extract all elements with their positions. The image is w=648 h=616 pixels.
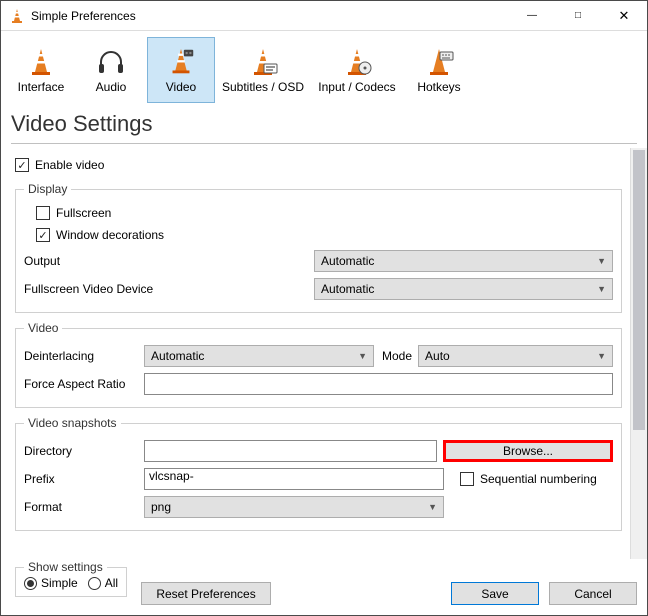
category-toolbar: Interface Audio Video Subtitles / OSD In… — [1, 31, 647, 105]
video-cone-icon — [165, 46, 197, 78]
mode-select[interactable]: Auto ▼ — [418, 345, 613, 367]
deinterlacing-row: Deinterlacing Automatic ▼ Mode Auto ▼ — [24, 343, 613, 369]
show-settings-legend: Show settings — [24, 560, 107, 574]
tab-hotkeys[interactable]: Hotkeys — [405, 37, 473, 103]
chevron-down-icon: ▼ — [358, 351, 367, 361]
vlc-cone-icon — [9, 8, 25, 24]
output-label: Output — [24, 254, 314, 268]
hotkeys-cone-icon — [423, 46, 455, 78]
show-settings-group: Show settings Simple All — [15, 560, 127, 597]
fullscreen-checkbox[interactable] — [36, 206, 50, 220]
prefix-input[interactable]: vlcsnap- — [144, 468, 444, 490]
decorations-row[interactable]: ✓ Window decorations — [36, 224, 613, 246]
interface-cone-icon — [25, 46, 57, 78]
prefix-label: Prefix — [24, 472, 144, 486]
sequential-checkbox[interactable] — [460, 472, 474, 486]
enable-video-checkbox[interactable]: ✓ — [15, 158, 29, 172]
output-select[interactable]: Automatic ▼ — [314, 250, 613, 272]
format-select[interactable]: png ▼ — [144, 496, 444, 518]
directory-row: Directory Browse... — [24, 438, 613, 464]
display-legend: Display — [24, 182, 71, 196]
tab-video[interactable]: Video — [147, 37, 215, 103]
radio-all[interactable]: All — [88, 576, 118, 590]
save-button[interactable]: Save — [451, 582, 539, 605]
deinterlacing-label: Deinterlacing — [24, 349, 144, 363]
video-group: Video Deinterlacing Automatic ▼ Mode Aut… — [15, 321, 622, 408]
directory-input[interactable] — [144, 440, 437, 462]
device-label: Fullscreen Video Device — [24, 282, 314, 296]
aspect-label: Force Aspect Ratio — [24, 377, 144, 391]
radio-icon — [88, 577, 101, 590]
fullscreen-row[interactable]: Fullscreen — [36, 202, 613, 224]
divider — [11, 143, 637, 144]
format-row: Format png ▼ — [24, 494, 613, 520]
close-button[interactable]: ✕ — [601, 1, 647, 31]
sequential-row[interactable]: Sequential numbering — [460, 472, 613, 486]
decorations-label: Window decorations — [56, 228, 164, 242]
tab-interface[interactable]: Interface — [7, 37, 75, 103]
cancel-button[interactable]: Cancel — [549, 582, 637, 605]
directory-label: Directory — [24, 444, 144, 458]
titlebar: Simple Preferences — □ ✕ — [1, 1, 647, 31]
browse-button[interactable]: Browse... — [443, 440, 613, 462]
chevron-down-icon: ▼ — [428, 502, 437, 512]
output-row: Output Automatic ▼ — [24, 248, 613, 274]
mode-label: Mode — [382, 349, 412, 363]
reset-preferences-button[interactable]: Reset Preferences — [141, 582, 271, 605]
radio-icon — [24, 577, 37, 590]
format-label: Format — [24, 500, 144, 514]
chevron-down-icon: ▼ — [597, 351, 606, 361]
snapshots-group: Video snapshots Directory Browse... Pref… — [15, 416, 622, 531]
sequential-label: Sequential numbering — [480, 472, 597, 486]
display-group: Display Fullscreen ✓ Window decorations … — [15, 182, 622, 313]
decorations-checkbox[interactable]: ✓ — [36, 228, 50, 242]
scrollbar-thumb[interactable] — [633, 150, 645, 430]
minimize-button[interactable]: — — [509, 1, 555, 31]
maximize-button[interactable]: □ — [555, 1, 601, 31]
video-legend: Video — [24, 321, 62, 335]
device-row: Fullscreen Video Device Automatic ▼ — [24, 276, 613, 302]
subtitles-cone-icon — [247, 46, 279, 78]
aspect-input[interactable] — [144, 373, 613, 395]
headphones-icon — [95, 46, 127, 78]
content-wrap: ✓ Enable video Display Fullscreen ✓ Wind… — [1, 148, 647, 559]
tab-subtitles[interactable]: Subtitles / OSD — [217, 37, 309, 103]
chevron-down-icon: ▼ — [597, 284, 606, 294]
radio-simple[interactable]: Simple — [24, 576, 78, 590]
page-title: Video Settings — [1, 105, 647, 141]
window-title: Simple Preferences — [31, 9, 509, 23]
enable-video-row[interactable]: ✓ Enable video — [15, 154, 626, 176]
tab-codecs[interactable]: Input / Codecs — [311, 37, 403, 103]
device-select[interactable]: Automatic ▼ — [314, 278, 613, 300]
fullscreen-label: Fullscreen — [56, 206, 111, 220]
chevron-down-icon: ▼ — [597, 256, 606, 266]
deinterlacing-select[interactable]: Automatic ▼ — [144, 345, 374, 367]
aspect-row: Force Aspect Ratio — [24, 371, 613, 397]
prefix-row: Prefix vlcsnap- Sequential numbering — [24, 466, 613, 492]
footer: Show settings Simple All Reset Preferenc… — [1, 559, 647, 615]
snapshots-legend: Video snapshots — [24, 416, 121, 430]
enable-video-label: Enable video — [35, 158, 104, 172]
preferences-window: Simple Preferences — □ ✕ Interface Audio… — [0, 0, 648, 616]
settings-content: ✓ Enable video Display Fullscreen ✓ Wind… — [1, 148, 630, 559]
scrollbar[interactable] — [630, 148, 647, 559]
codecs-cone-icon — [341, 46, 373, 78]
tab-audio[interactable]: Audio — [77, 37, 145, 103]
